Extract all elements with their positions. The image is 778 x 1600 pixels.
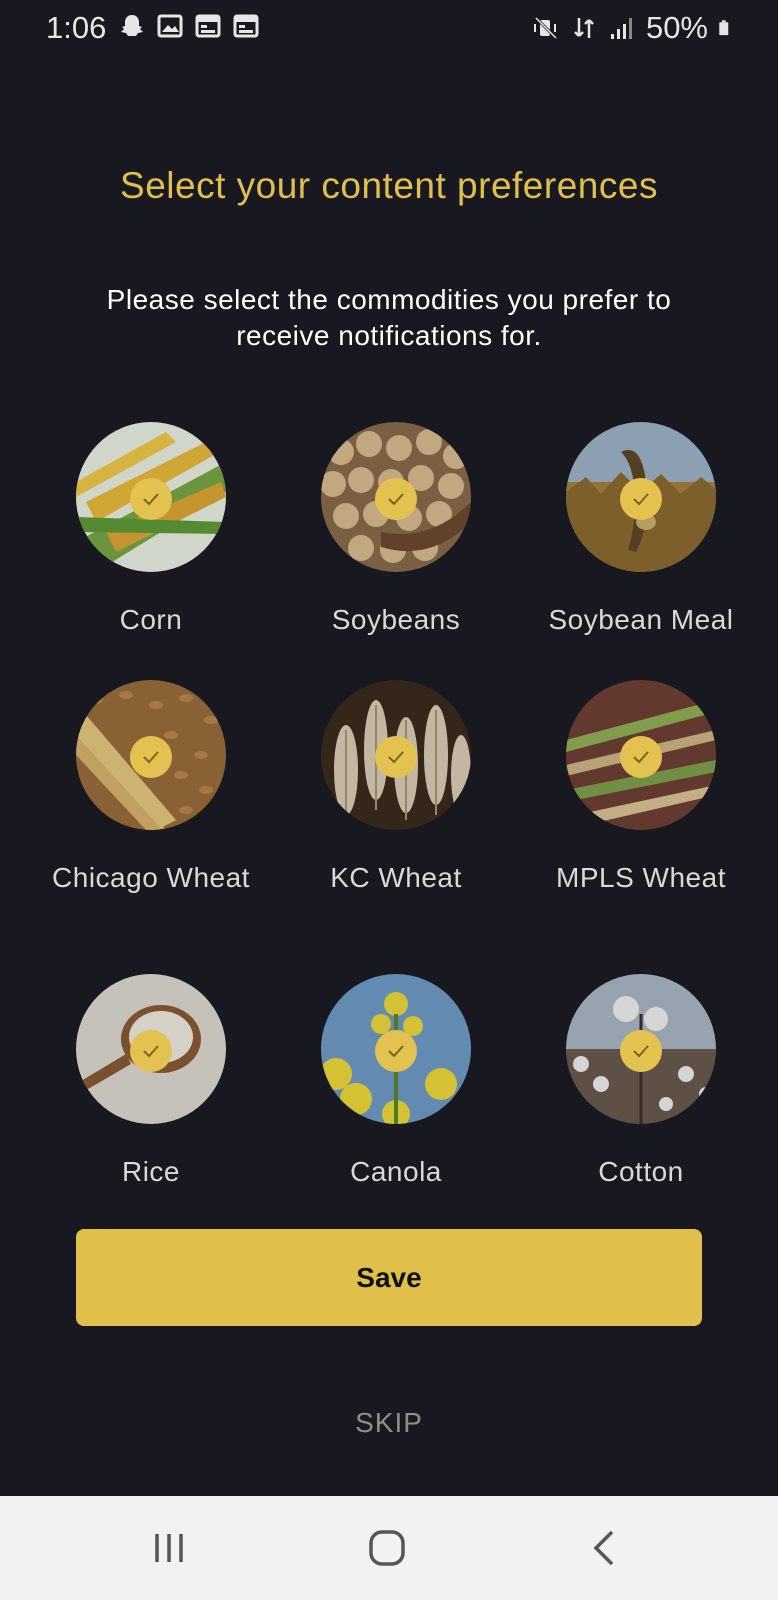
status-left-icons bbox=[118, 12, 260, 40]
commodity-soybean-meal[interactable]: Soybean Meal bbox=[526, 422, 756, 638]
status-time: 1:06 bbox=[46, 10, 107, 45]
check-icon bbox=[620, 736, 662, 778]
commodity-image bbox=[76, 680, 226, 830]
check-icon bbox=[620, 478, 662, 520]
calendar-icon bbox=[195, 14, 221, 38]
page-title: Select your content preferences bbox=[120, 165, 658, 206]
commodity-mpls-wheat[interactable]: MPLS Wheat bbox=[526, 680, 756, 896]
commodity-soybeans[interactable]: Soybeans bbox=[281, 422, 511, 638]
data-transfer-icon bbox=[574, 18, 594, 38]
navigation-bar bbox=[0, 1496, 778, 1600]
check-icon bbox=[130, 736, 172, 778]
vibrate-mute-icon bbox=[533, 16, 558, 40]
status-right-icons: 50% bbox=[532, 10, 736, 46]
commodity-image bbox=[76, 974, 226, 1124]
commodity-chicago-wheat[interactable]: Chicago Wheat bbox=[36, 680, 266, 896]
skip-link[interactable]: SKIP bbox=[0, 1407, 778, 1439]
back-icon[interactable] bbox=[582, 1524, 630, 1572]
calendar-icon bbox=[233, 14, 259, 38]
commodity-label: Canola bbox=[350, 1156, 442, 1187]
commodity-label: Cotton bbox=[598, 1156, 684, 1187]
check-icon bbox=[130, 478, 172, 520]
check-icon bbox=[620, 1030, 662, 1072]
commodity-rice[interactable]: Rice bbox=[36, 974, 266, 1190]
battery-percent: 50% bbox=[645, 10, 708, 45]
commodity-image bbox=[566, 422, 716, 572]
commodity-cotton[interactable]: Cotton bbox=[526, 974, 756, 1190]
check-icon bbox=[375, 478, 417, 520]
commodity-corn[interactable]: Corn bbox=[36, 422, 266, 638]
page-subtitle: Please select the commodities you prefer… bbox=[106, 284, 672, 351]
commodity-kc-wheat[interactable]: KC Wheat bbox=[281, 680, 511, 896]
recent-apps-icon[interactable] bbox=[145, 1524, 193, 1572]
status-bar: 1:06 50% bbox=[0, 0, 778, 54]
commodity-image bbox=[76, 422, 226, 572]
commodity-canola[interactable]: Canola bbox=[281, 974, 511, 1190]
commodity-label: Rice bbox=[121, 1156, 180, 1187]
commodity-label: Soybeans bbox=[331, 604, 461, 635]
commodity-label: Chicago Wheat bbox=[52, 862, 250, 893]
check-icon bbox=[130, 1030, 172, 1072]
commodity-image bbox=[321, 422, 471, 572]
check-icon bbox=[375, 1030, 417, 1072]
commodity-image bbox=[321, 974, 471, 1124]
check-icon bbox=[375, 736, 417, 778]
commodity-label: Soybean Meal bbox=[548, 604, 734, 635]
commodity-label: MPLS Wheat bbox=[556, 862, 726, 893]
commodity-image bbox=[566, 974, 716, 1124]
gallery-icon bbox=[157, 14, 183, 38]
home-icon[interactable] bbox=[363, 1524, 411, 1572]
commodity-label: KC Wheat bbox=[330, 862, 462, 893]
battery-icon bbox=[719, 20, 729, 36]
commodity-label: Corn bbox=[119, 604, 183, 635]
commodity-image bbox=[566, 680, 716, 830]
save-button[interactable]: Save bbox=[76, 1229, 702, 1326]
commodity-image bbox=[321, 680, 471, 830]
snapchat-icon bbox=[121, 15, 143, 36]
signal-icon bbox=[610, 18, 632, 39]
